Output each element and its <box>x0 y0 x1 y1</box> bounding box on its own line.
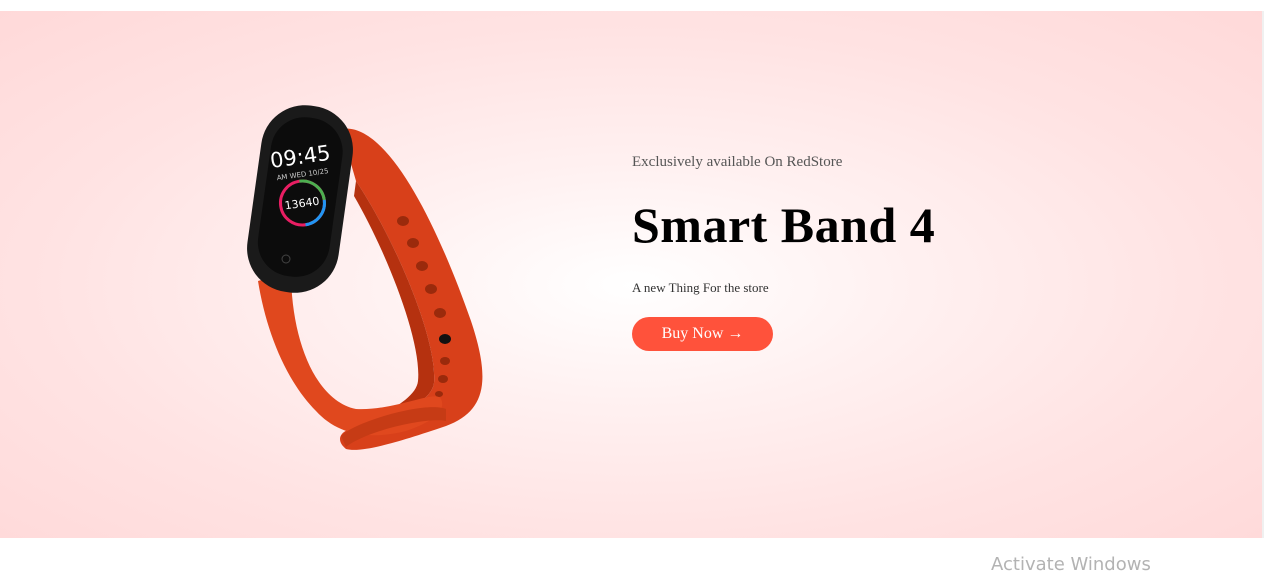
activate-windows-watermark: Activate Windows <box>991 554 1151 575</box>
hero-description: A new Thing For the store <box>632 280 769 295</box>
hero-text: Exclusively available On RedStore Smart … <box>632 151 1052 351</box>
arrow-right-icon: → <box>727 325 744 342</box>
hero-banner: 09:45 AM WED 10/25 13640 Exclusively ava… <box>0 11 1264 538</box>
hero-kicker: Exclusively available On RedStore <box>632 154 843 170</box>
top-strip <box>0 0 1264 11</box>
hero-title: Smart Band 4 <box>632 197 936 253</box>
buy-now-label: Buy Now <box>661 325 724 342</box>
buy-now-button[interactable]: Buy Now → <box>632 317 773 351</box>
smart-band-image: 09:45 AM WED 10/25 13640 <box>247 105 483 450</box>
